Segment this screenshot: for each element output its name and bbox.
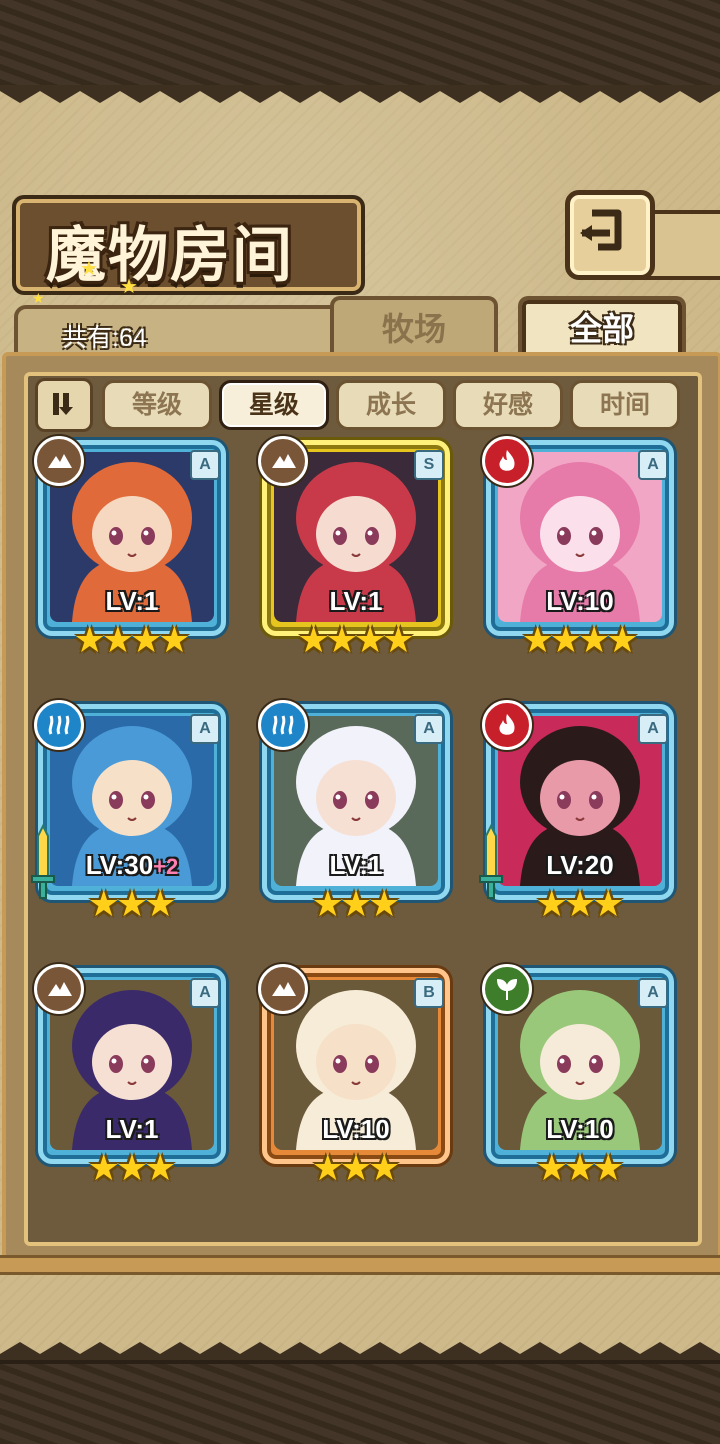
- grass-icon: [482, 964, 532, 1014]
- star-rating: ★★★★: [258, 622, 454, 658]
- rank-badge: A: [638, 450, 668, 480]
- level-label: LV:1: [258, 850, 454, 881]
- sort-order-icon: [53, 393, 73, 415]
- star-rating: ★★★★: [482, 622, 678, 658]
- level-label: LV:10: [482, 586, 678, 617]
- sparkle-icon: ★: [80, 258, 98, 280]
- level-bonus: +2: [153, 854, 179, 879]
- level-label: LV:30+2: [34, 850, 230, 881]
- star-icon: ★: [592, 883, 625, 924]
- level-value: LV:10: [546, 586, 614, 616]
- monster-card[interactable]: A LV:10 ★★★: [482, 964, 678, 1186]
- bottom-border: [0, 1360, 720, 1444]
- rank-badge: A: [638, 714, 668, 744]
- return-arrow-icon: [580, 209, 622, 251]
- star-rating: ★★★★: [34, 622, 230, 658]
- monster-card[interactable]: A LV:10 ★★★★: [482, 436, 678, 658]
- monster-card[interactable]: A LV:1 ★★★★: [34, 436, 230, 658]
- earth-icon: [258, 964, 308, 1014]
- sort-star-button[interactable]: 星级: [219, 380, 329, 430]
- rank-badge: S: [414, 450, 444, 480]
- rank-badge: A: [638, 978, 668, 1008]
- star-rating: ★★★: [482, 1150, 678, 1186]
- sparkle-icon: ★: [120, 276, 138, 298]
- bottom-zigzag-trim: [0, 1342, 720, 1360]
- star-icon: ★: [382, 619, 415, 660]
- star-rating: ★★★: [482, 886, 678, 922]
- star-icon: ★: [368, 1147, 401, 1188]
- level-value: LV:1: [105, 586, 159, 616]
- level-label: LV:20: [482, 850, 678, 881]
- water-icon: [258, 700, 308, 750]
- level-label: LV:1: [34, 1114, 230, 1145]
- star-icon: ★: [606, 619, 639, 660]
- tab-label: 全部: [569, 311, 634, 347]
- top-zigzag-trim: [0, 85, 720, 103]
- star-rating: ★★★: [258, 1150, 454, 1186]
- level-label: LV:1: [34, 586, 230, 617]
- top-border: [0, 0, 720, 89]
- earth-icon: [34, 436, 84, 486]
- tab-ranch[interactable]: 牧场: [330, 296, 498, 358]
- level-value: LV:20: [546, 850, 614, 880]
- panel-bottom-rail: [0, 1255, 720, 1275]
- level-label: LV:10: [258, 1114, 454, 1145]
- rank-badge: A: [190, 450, 220, 480]
- level-value: LV:30: [85, 850, 154, 880]
- star-icon: ★: [144, 883, 177, 924]
- tab-label: 牧场: [381, 311, 446, 347]
- tab-all[interactable]: 全部: [518, 296, 686, 358]
- level-value: LV:1: [105, 1114, 159, 1144]
- water-icon: [34, 700, 84, 750]
- sort-order-toggle[interactable]: [35, 378, 93, 432]
- monster-card[interactable]: A LV:30+2 ★★★: [31, 700, 230, 922]
- star-icon: ★: [144, 1147, 177, 1188]
- monster-card[interactable]: A LV:1 ★★★: [34, 964, 230, 1186]
- star-icon: ★: [592, 1147, 625, 1188]
- title-plate: 魔物房间: [12, 195, 365, 295]
- earth-icon: [34, 964, 84, 1014]
- star-icon: ★: [368, 883, 401, 924]
- star-rating: ★★★: [34, 1150, 230, 1186]
- star-rating: ★★★: [258, 886, 454, 922]
- level-label: LV:10: [482, 1114, 678, 1145]
- sort-time-button[interactable]: 时间: [570, 380, 680, 430]
- back-button[interactable]: [565, 190, 655, 280]
- fire-icon: [482, 700, 532, 750]
- fire-icon: [482, 436, 532, 486]
- rank-badge: B: [414, 978, 444, 1008]
- rank-badge: A: [414, 714, 444, 744]
- monster-card[interactable]: A LV:20 ★★★: [479, 700, 678, 922]
- monster-card[interactable]: B LV:10 ★★★: [258, 964, 454, 1186]
- sort-level-button[interactable]: 等级: [102, 380, 212, 430]
- sort-affinity-button[interactable]: 好感: [453, 380, 563, 430]
- monster-card[interactable]: S LV:1 ★★★★: [258, 436, 454, 658]
- level-label: LV:1: [258, 586, 454, 617]
- monster-count: 共有:64: [62, 324, 147, 352]
- rank-badge: A: [190, 714, 220, 744]
- rank-badge: A: [190, 978, 220, 1008]
- earth-icon: [258, 436, 308, 486]
- level-value: LV:10: [546, 1114, 614, 1144]
- monster-card[interactable]: A LV:1 ★★★: [258, 700, 454, 922]
- sort-growth-button[interactable]: 成长: [336, 380, 446, 430]
- level-value: LV:1: [329, 586, 383, 616]
- star-rating: ★★★: [34, 886, 230, 922]
- level-value: LV:10: [322, 1114, 390, 1144]
- level-value: LV:1: [329, 850, 383, 880]
- star-icon: ★: [158, 619, 191, 660]
